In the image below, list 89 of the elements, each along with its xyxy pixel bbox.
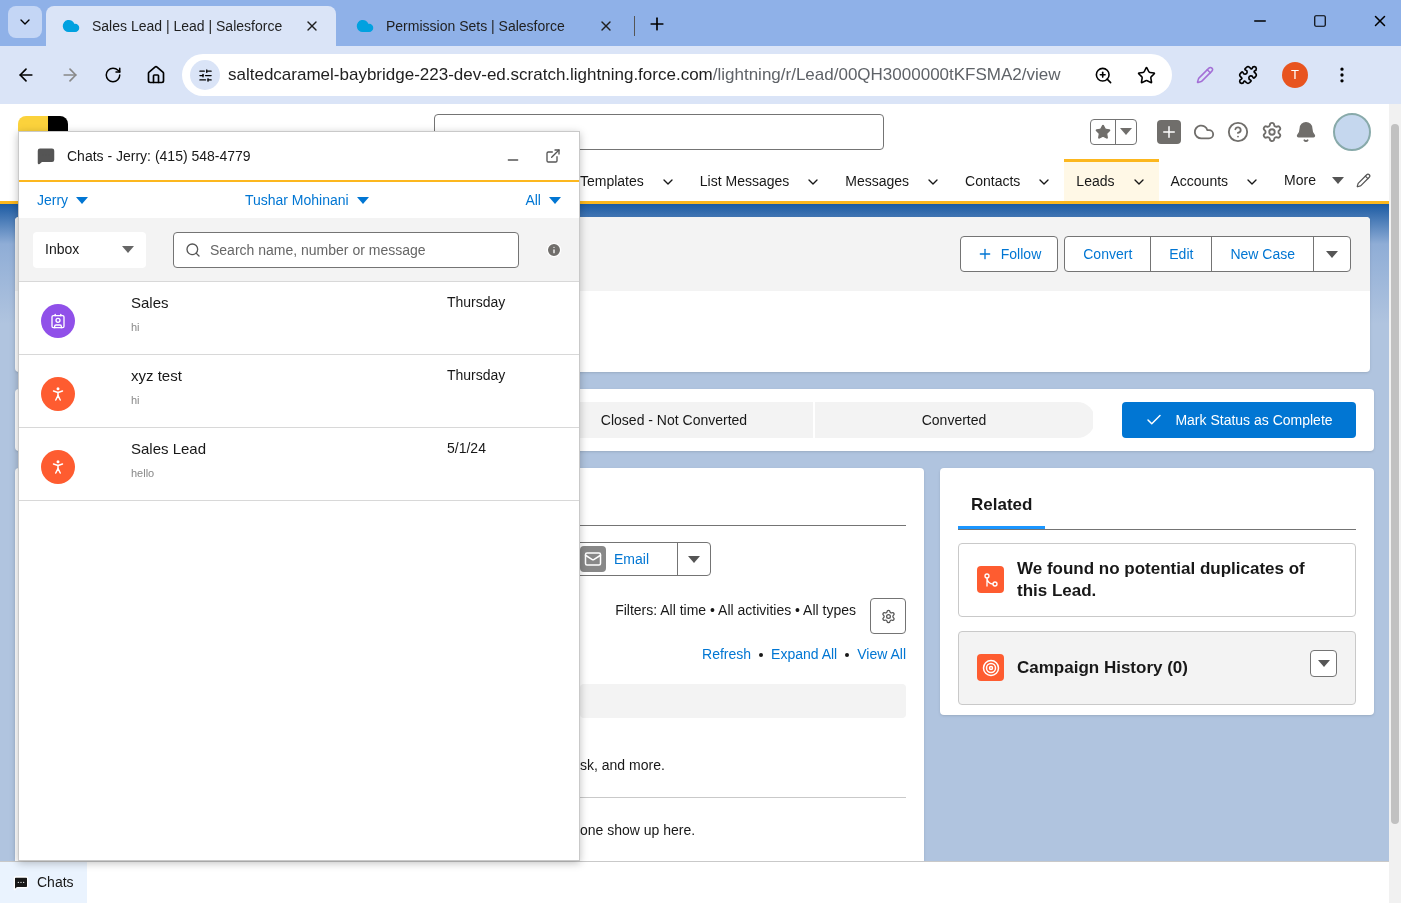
settings-icon[interactable] <box>1261 120 1283 143</box>
path-step[interactable]: Converted <box>815 402 1095 438</box>
reload-icon[interactable] <box>104 66 122 84</box>
nav-tab[interactable]: Contacts <box>953 159 1065 201</box>
tab-search-button[interactable] <box>8 6 42 38</box>
bookmark-star-icon[interactable] <box>1137 65 1156 85</box>
address-bar[interactable]: saltedcaramel-baybridge-223-dev-ed.scratch.lightning.force.com/lightning/r/Lead/00QH3000000tKFSMA2/view <box>182 54 1172 96</box>
duplicates-message: We found no potential duplicates of this Lead. <box>1017 557 1306 602</box>
pop-out-icon[interactable] <box>545 148 561 164</box>
conversation-item[interactable]: xyz test hi Thursday <box>19 355 579 428</box>
nav-tab[interactable]: Leads <box>1064 159 1159 201</box>
zoom-icon[interactable] <box>1094 65 1113 85</box>
caret-icon <box>1332 176 1344 184</box>
add-icon[interactable] <box>1157 119 1181 144</box>
action-button[interactable]: Convert <box>1065 237 1152 271</box>
cloud-icon <box>356 17 374 35</box>
related-tab[interactable]: Related <box>958 492 1046 529</box>
help-icon[interactable] <box>1227 120 1249 143</box>
search-field[interactable]: Search name, number or message <box>173 231 519 268</box>
info-icon[interactable] <box>546 241 562 258</box>
action-button[interactable]: New Case <box>1212 237 1314 271</box>
caret-icon <box>1120 128 1132 135</box>
maximize-icon[interactable] <box>1313 14 1327 28</box>
tab-title: Permission Sets | Salesforce <box>386 16 566 36</box>
chat-panel-title: Chats - Jerry: (415) 548-4779 <box>67 146 252 166</box>
nav-tab[interactable]: Templates <box>568 159 688 201</box>
folder-dropdown[interactable]: Inbox <box>33 231 146 268</box>
cloud-icon <box>62 17 80 35</box>
chats-utility-button[interactable]: Chats <box>0 862 87 903</box>
caret-icon <box>688 555 700 563</box>
nav-tab[interactable]: Messages <box>833 159 954 201</box>
conversation-name: Sales <box>131 293 170 313</box>
contact-card-icon <box>41 304 75 338</box>
info-text: one show up here. <box>580 822 696 838</box>
campaign-history-title[interactable]: Campaign History (0) <box>1017 654 1297 681</box>
message-preview: hi <box>131 319 141 335</box>
conversation-item[interactable]: Sales hi Thursday <box>19 282 579 355</box>
gear-icon <box>880 608 896 624</box>
tab-title: Sales Lead | Lead | Salesforce <box>92 16 284 36</box>
search-icon <box>185 241 201 258</box>
site-settings-icon[interactable] <box>190 60 220 90</box>
action-button[interactable]: Edit <box>1151 237 1213 271</box>
profile-avatar[interactable]: T <box>1282 62 1308 88</box>
filter-dropdown[interactable]: Jerry <box>37 189 89 211</box>
extensions-icon[interactable] <box>1238 65 1258 85</box>
activity-link[interactable]: Refresh <box>702 644 752 665</box>
mark-complete-button[interactable]: Mark Status as Complete <box>1122 402 1356 438</box>
caret-icon <box>1317 660 1330 667</box>
conversation-name: Sales Lead <box>131 439 208 459</box>
favorites-button[interactable] <box>1090 118 1137 145</box>
conversation-time: 5/1/24 <box>447 439 486 458</box>
chat-icon <box>13 874 29 891</box>
notifications-icon[interactable] <box>1295 120 1317 143</box>
caret-icon <box>122 246 134 253</box>
person-icon <box>41 450 75 484</box>
caret-icon <box>356 196 369 204</box>
home-icon[interactable] <box>146 65 166 85</box>
edit-icon[interactable] <box>1356 172 1371 188</box>
star-icon <box>1095 123 1111 140</box>
browser-tab[interactable]: Sales Lead | Lead | Salesforce <box>46 6 336 46</box>
caret-icon <box>76 196 89 204</box>
conversation-item[interactable]: Sales Lead hello 5/1/24 <box>19 428 579 501</box>
activity-link[interactable]: Expand All <box>771 644 838 665</box>
filter-dropdown[interactable]: Tushar Mohinani <box>244 189 369 211</box>
pen-icon[interactable] <box>1196 66 1214 84</box>
filter-dropdown[interactable]: All <box>525 189 561 211</box>
nav-tab[interactable]: Accounts <box>1158 159 1273 201</box>
nav-tab[interactable]: List Messages <box>687 159 834 201</box>
conversation-time: Thursday <box>447 293 506 312</box>
caret-icon <box>549 196 561 204</box>
filters-text: Filters: All time • All activities • All types <box>615 601 856 620</box>
follow-button[interactable]: Follow <box>959 236 1059 272</box>
settings-button[interactable] <box>870 598 906 634</box>
person-icon <box>41 377 75 411</box>
message-preview: hello <box>131 465 156 481</box>
activity-link[interactable]: View All <box>857 644 906 665</box>
merge-icon <box>977 566 1004 593</box>
conversation-time: Thursday <box>447 366 506 385</box>
browser-tab[interactable]: Permission Sets | Salesforce <box>340 6 630 46</box>
conversation-name: xyz test <box>131 366 183 386</box>
more-tab[interactable]: More <box>1272 159 1356 201</box>
caret-icon <box>1326 250 1338 258</box>
dropdown-button[interactable] <box>1310 650 1337 677</box>
url-text: saltedcaramel-baybridge-223-dev-ed.scratch.lightning.force.com/lightning/r/Lead/00QH3000000tKFSMA2/view <box>228 64 1062 87</box>
scrollbar[interactable] <box>1389 104 1401 903</box>
target-icon <box>977 654 1004 681</box>
message-preview: hi <box>131 392 141 408</box>
info-text: sk, and more. <box>580 757 665 773</box>
chat-icon <box>37 147 55 165</box>
